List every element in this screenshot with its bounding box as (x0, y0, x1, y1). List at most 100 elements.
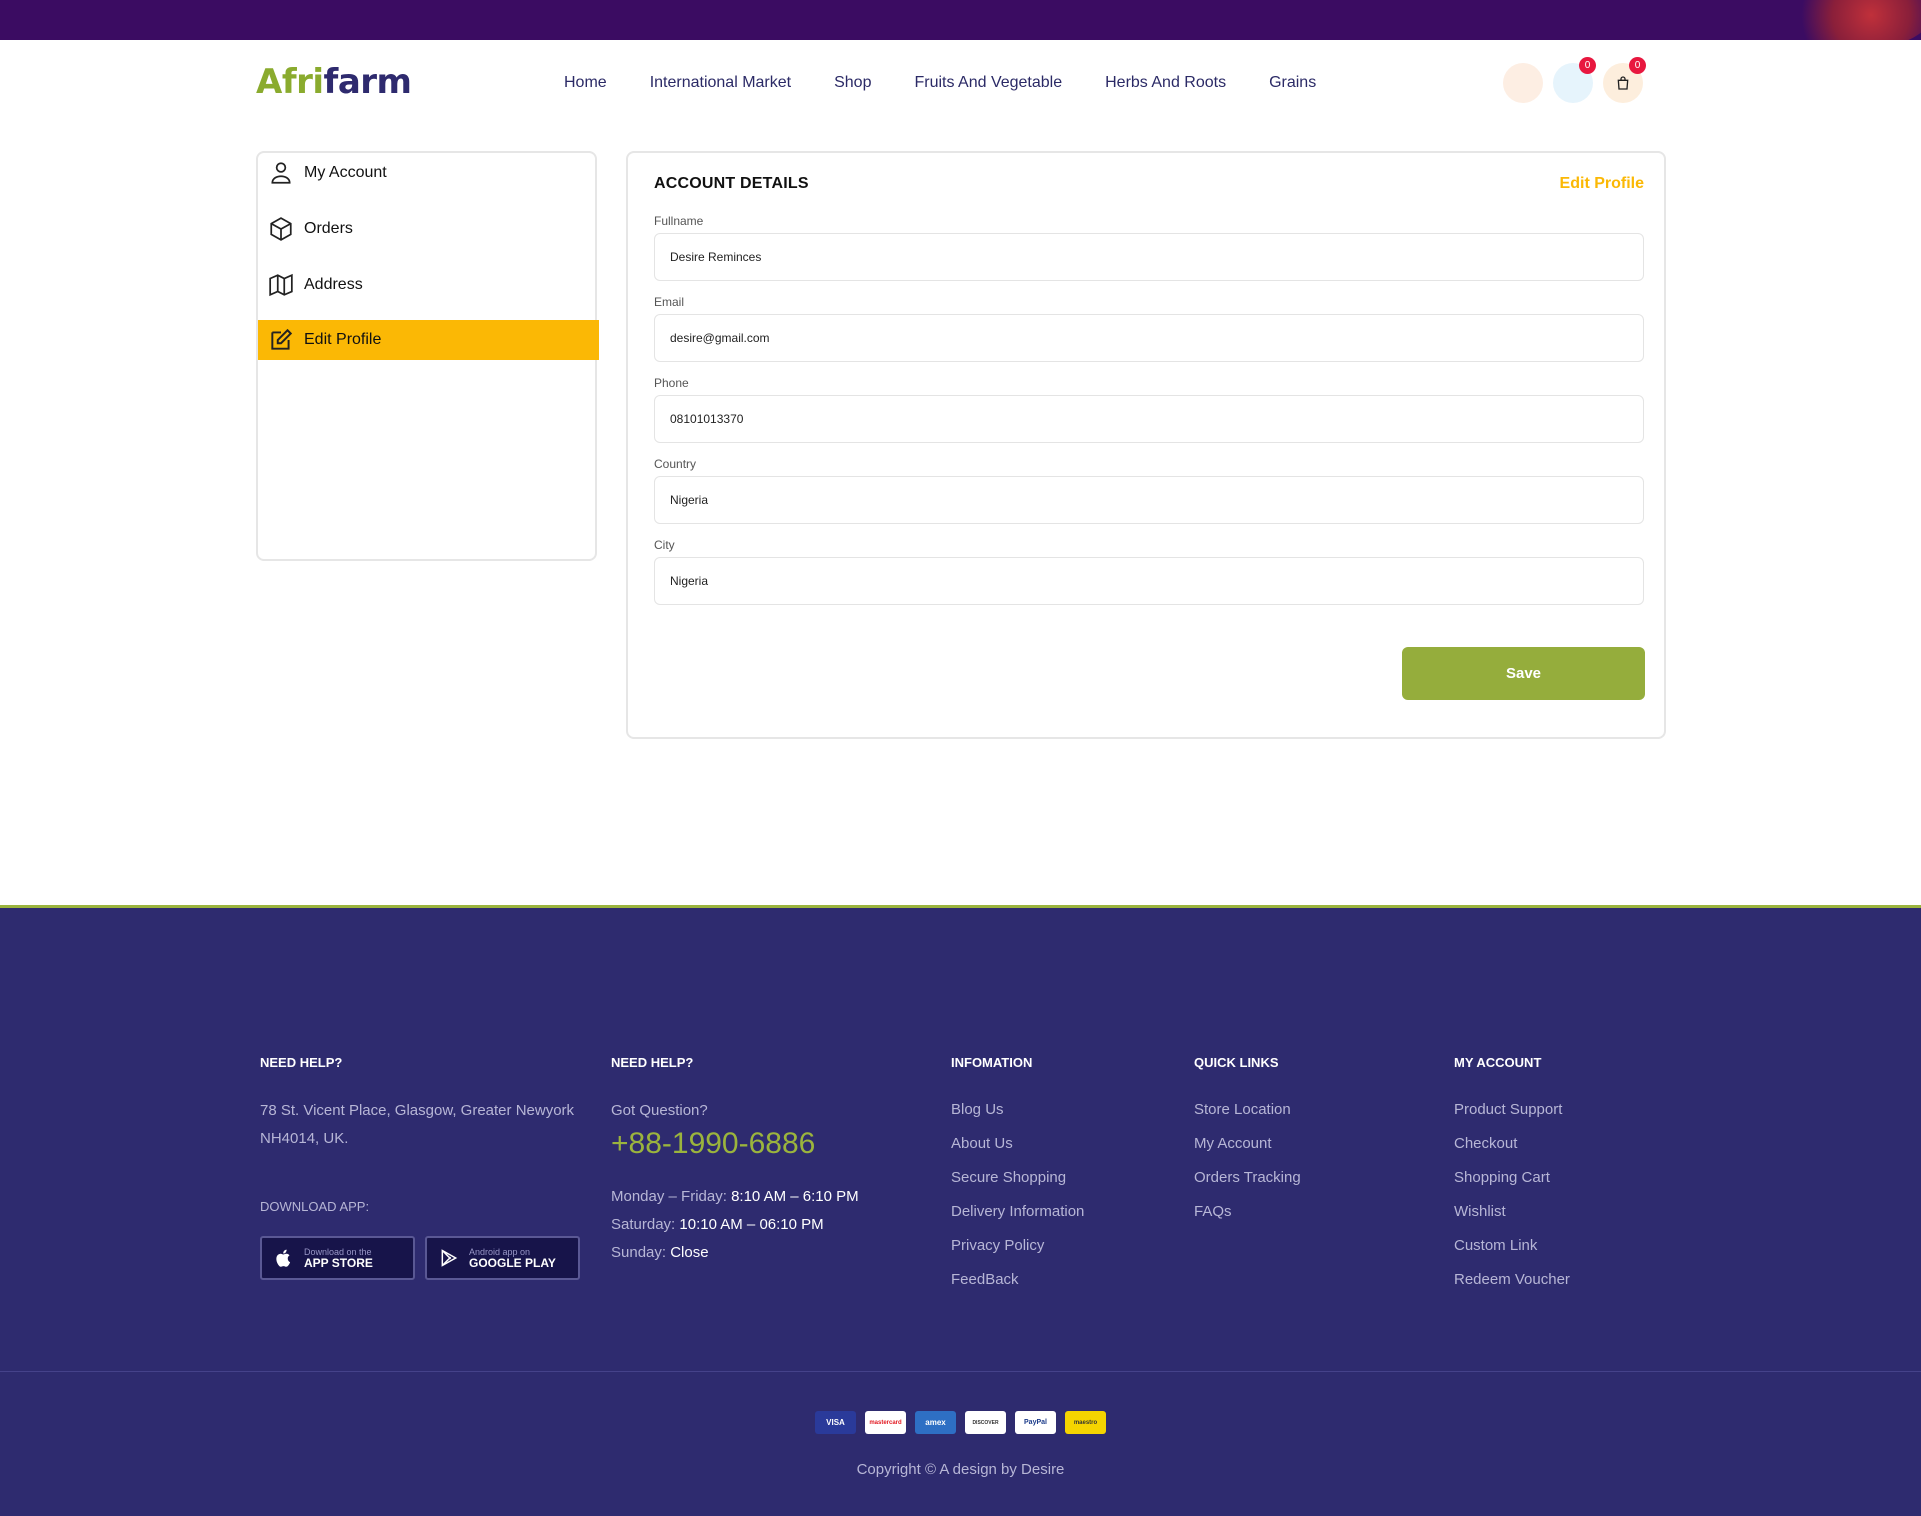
footer-link[interactable]: Custom Link (1454, 1236, 1570, 1255)
footer-col-quick-links: QUICK LINKS Store Location My Account Or… (1194, 1055, 1301, 1236)
sidebar-item-label: Address (304, 276, 363, 293)
sidebar-item-my-account[interactable]: My Account (258, 153, 599, 193)
amex-icon: amex (915, 1411, 956, 1434)
app-store-button[interactable]: Download on the APP STORE (260, 1236, 415, 1280)
header-icons: 0 0 (1503, 57, 1646, 103)
sidebar-item-edit-profile[interactable]: Edit Profile (258, 320, 599, 360)
play-store-icon (441, 1249, 458, 1267)
footer-heading: MY ACCOUNT (1454, 1055, 1542, 1070)
footer-col-my-account: MY ACCOUNT Product Support Checkout Shop… (1454, 1055, 1570, 1304)
phone-label: Phone (654, 376, 689, 390)
footer-link[interactable]: Secure Shopping (951, 1168, 1084, 1187)
wishlist-icon[interactable]: 0 (1553, 57, 1596, 103)
footer-col-support: NEED HELP? Got Question? +88-1990-6886 M… (611, 1055, 911, 1267)
got-question-text: Got Question? (611, 1102, 708, 1119)
opening-hours: Monday – Friday: 8:10 AM – 6:10 PM Satur… (611, 1183, 911, 1267)
download-app-label: DOWNLOAD APP: (260, 1199, 370, 1214)
email-field[interactable] (654, 314, 1644, 362)
maestro-icon: maestro (1065, 1411, 1106, 1434)
discover-icon: DISCOVER (965, 1411, 1006, 1434)
hours-weekday-label: Monday – Friday: (611, 1188, 727, 1205)
map-icon (269, 273, 293, 297)
email-label: Email (654, 295, 685, 309)
phone-field[interactable] (654, 395, 1644, 443)
hours-weekday-value: 8:10 AM – 6:10 PM (731, 1188, 859, 1205)
sidebar-item-address[interactable]: Address (258, 265, 599, 305)
nav-shop[interactable]: Shop (834, 74, 871, 92)
cart-icon[interactable]: 0 (1603, 57, 1646, 103)
cart-count-badge: 0 (1629, 57, 1646, 74)
google-play-title: GOOGLE PLAY (469, 1255, 556, 1270)
footer-link[interactable]: Wishlist (1454, 1202, 1570, 1221)
sidebar-item-label: Orders (304, 220, 353, 237)
footer-col-information: INFOMATION Blog Us About Us Secure Shopp… (951, 1055, 1084, 1304)
footer-link[interactable]: Shopping Cart (1454, 1168, 1570, 1187)
footer-link[interactable]: Checkout (1454, 1134, 1570, 1153)
mastercard-icon: mastercard (865, 1411, 906, 1434)
city-field[interactable] (654, 557, 1644, 605)
site-footer: NEED HELP? 78 St. Vicent Place, Glasgow,… (0, 905, 1921, 1516)
footer-heading: NEED HELP? (611, 1055, 694, 1070)
account-details-panel: ACCOUNT DETAILS Edit Profile Fullname Em… (626, 151, 1666, 739)
edit-icon (271, 328, 293, 350)
paypal-icon: PayPal (1015, 1411, 1056, 1434)
fullname-field[interactable] (654, 233, 1644, 281)
footer-link[interactable]: FAQs (1194, 1202, 1301, 1221)
logo[interactable]: Afrifarm (256, 62, 412, 102)
app-store-title: APP STORE (304, 1255, 373, 1270)
site-header: Afrifarm Home International Market Shop … (0, 40, 1921, 125)
hours-sunday-label: Sunday: (611, 1244, 667, 1261)
footer-heading: NEED HELP? (260, 1055, 343, 1070)
user-icon (271, 162, 291, 184)
user-icon[interactable] (1503, 63, 1543, 103)
app-store-caption: Download on the (304, 1246, 372, 1257)
footer-link[interactable]: My Account (1194, 1134, 1301, 1153)
shopping-bag-icon (1617, 76, 1629, 90)
footer-link[interactable]: Redeem Voucher (1454, 1270, 1570, 1289)
country-field[interactable] (654, 476, 1644, 524)
google-play-button[interactable]: Android app on GOOGLE PLAY (425, 1236, 580, 1280)
google-play-caption: Android app on (469, 1246, 531, 1257)
sidebar-item-label: Edit Profile (304, 331, 382, 348)
footer-link[interactable]: Delivery Information (951, 1202, 1084, 1221)
nav-international-market[interactable]: International Market (650, 74, 791, 92)
support-phone[interactable]: +88-1990-6886 (611, 1127, 911, 1161)
footer-link[interactable]: Store Location (1194, 1100, 1301, 1119)
country-label: Country (654, 457, 697, 471)
nav-herbs-and-roots[interactable]: Herbs And Roots (1105, 74, 1226, 92)
sidebar-item-orders[interactable]: Orders (258, 209, 599, 249)
footer-link[interactable]: Orders Tracking (1194, 1168, 1301, 1187)
visa-icon: VISA (815, 1411, 856, 1434)
banner-decoration (1781, 0, 1921, 40)
hours-saturday-value: 10:10 AM – 06:10 PM (679, 1216, 824, 1233)
footer-address: 78 St. Vicent Place, Glasgow, Greater Ne… (260, 1102, 575, 1147)
footer-link[interactable]: About Us (951, 1134, 1084, 1153)
apple-icon (276, 1249, 291, 1267)
wishlist-count-badge: 0 (1579, 57, 1596, 74)
nav-fruits-and-vegetable[interactable]: Fruits And Vegetable (914, 74, 1062, 92)
fullname-label: Fullname (654, 214, 704, 228)
edit-profile-link[interactable]: Edit Profile (1560, 175, 1644, 193)
app-store-badges: Download on the APP STORE Android app on… (260, 1236, 590, 1280)
panel-title: ACCOUNT DETAILS (654, 175, 809, 192)
nav-grains[interactable]: Grains (1269, 74, 1316, 92)
city-label: City (654, 538, 675, 552)
account-sidebar: My Account Orders Address Edit Profile (256, 151, 599, 561)
hours-saturday-label: Saturday: (611, 1216, 676, 1233)
copyright-text: Copyright © A design by Desire (856, 1461, 1065, 1478)
nav-home[interactable]: Home (564, 74, 607, 92)
footer-link[interactable]: Privacy Policy (951, 1236, 1084, 1255)
main-nav: Home International Market Shop Fruits An… (564, 74, 1359, 92)
box-icon (270, 217, 292, 241)
footer-heading: QUICK LINKS (1194, 1055, 1279, 1070)
footer-link[interactable]: Blog Us (951, 1100, 1084, 1119)
footer-link[interactable]: FeedBack (951, 1270, 1084, 1289)
save-button[interactable]: Save (1402, 647, 1645, 700)
footer-heading: INFOMATION (951, 1055, 1033, 1070)
footer-divider (0, 1371, 1921, 1372)
hours-sunday-value: Close (670, 1244, 709, 1261)
footer-col-contact: NEED HELP? 78 St. Vicent Place, Glasgow,… (260, 1055, 590, 1280)
sidebar-item-label: My Account (304, 164, 387, 181)
footer-link[interactable]: Product Support (1454, 1100, 1570, 1119)
top-banner (0, 0, 1921, 40)
